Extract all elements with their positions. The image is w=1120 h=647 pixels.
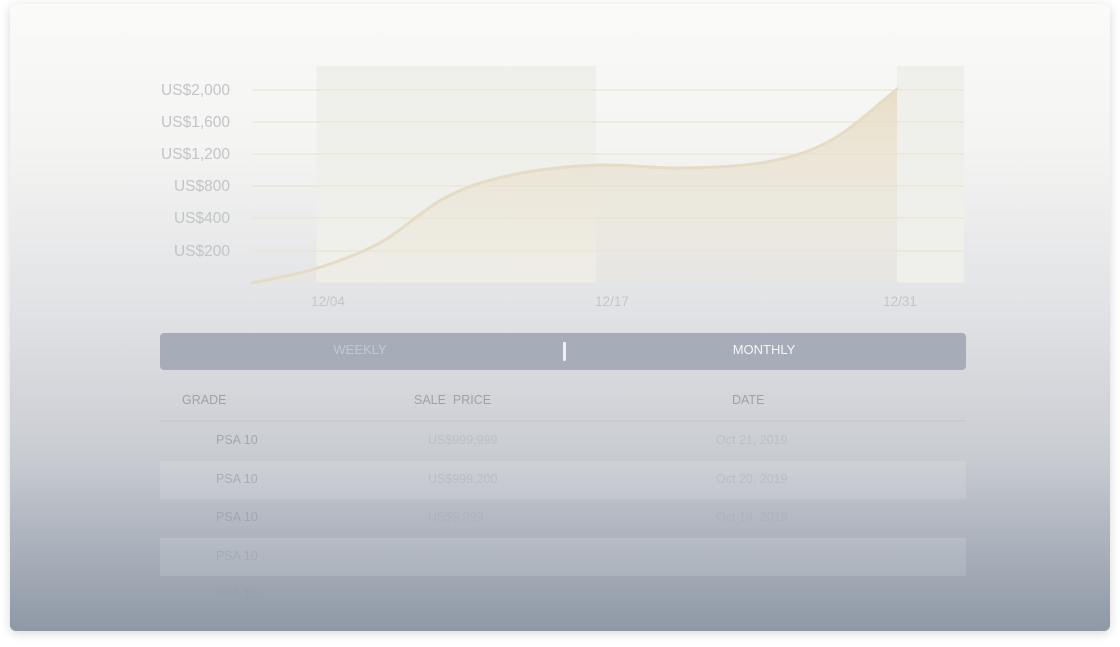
- header-grade: GRADE: [182, 393, 227, 407]
- date-cell: Oct 20, 2019: [716, 471, 788, 486]
- weekly-tab[interactable]: WEEKLY: [160, 333, 560, 370]
- date-cell: Oct 19, 2019: [716, 510, 788, 524]
- date-cell: Oct 21, 2019: [716, 433, 788, 447]
- date-cell: -: [716, 548, 721, 563]
- x-tick-label: 12/17: [595, 294, 629, 309]
- table-row[interactable]: PSA 10 US$999,999 Oct 21, 2019: [160, 422, 966, 461]
- sales-table: GRADE SALE PRICE DATE PSA 10 US$999,999 …: [160, 384, 966, 615]
- grade-cell: PSA 10: [216, 587, 258, 601]
- table-header: GRADE SALE PRICE DATE: [160, 384, 966, 422]
- table-row[interactable]: PSA 10 - -: [160, 537, 966, 576]
- price-cell: -: [428, 548, 433, 563]
- y-tick-label: US$200: [174, 243, 230, 260]
- y-tick-label: US$800: [174, 178, 230, 195]
- y-tick-label: US$2,000: [161, 82, 230, 99]
- price-cell: US$999,200: [428, 471, 498, 486]
- grade-cell: PSA 10: [216, 471, 258, 486]
- header-date: DATE: [732, 393, 765, 407]
- y-tick-label: US$1,200: [161, 146, 230, 163]
- table-row[interactable]: PSA 10 US$9,999 Oct 19, 2019: [160, 499, 966, 538]
- price-cell: US$9,999: [428, 510, 484, 524]
- grade-cell: PSA 10: [216, 510, 258, 524]
- y-tick-label: US$400: [174, 210, 230, 227]
- grade-cell: PSA 10: [216, 433, 258, 447]
- header-sale-price: SALE PRICE: [414, 393, 492, 407]
- x-tick-label: 12/31: [883, 294, 917, 309]
- price-cell: US$999,999: [428, 433, 498, 447]
- x-tick-label: 12/04: [311, 294, 345, 309]
- y-tick-label: US$1,600: [161, 114, 230, 131]
- highlight-band: [897, 66, 964, 283]
- monthly-tab[interactable]: MONTHLY: [564, 333, 964, 370]
- price-history-card: US$2,000 US$1,600 US$1,200 US$800 US$400 US$2…: [10, 4, 1110, 631]
- table-row[interactable]: PSA 10: [160, 576, 966, 615]
- period-toggle: WEEKLY MONTHLY: [160, 333, 966, 370]
- grade-cell: PSA 10: [216, 548, 258, 563]
- table-row[interactable]: PSA 10 US$999,200 Oct 20, 2019: [160, 460, 966, 499]
- price-chart: US$2,000 US$1,600 US$1,200 US$800 US$400 US$2…: [161, 66, 964, 309]
